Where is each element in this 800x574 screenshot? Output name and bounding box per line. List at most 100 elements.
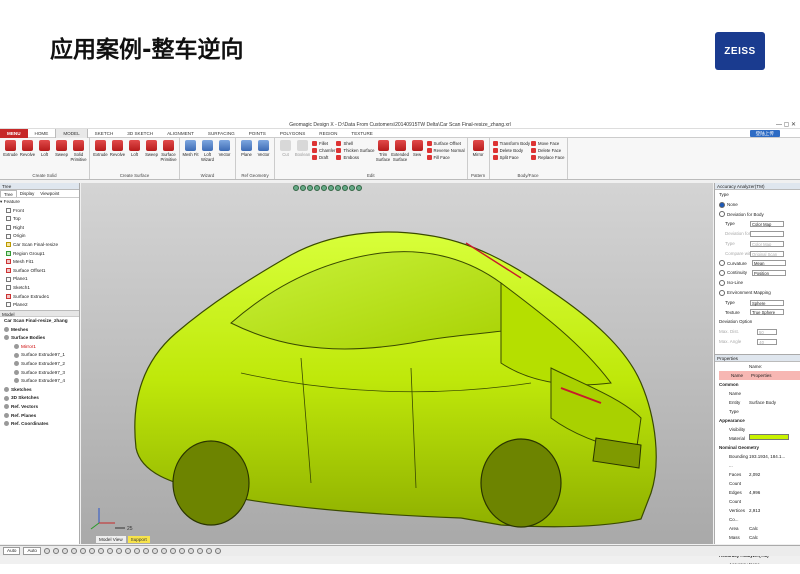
accuracy-row-select[interactable]: Color Map [750,240,784,247]
delete-body-button[interactable]: Delete Body [493,147,530,154]
tree-tab-tree[interactable]: Tree [0,190,17,197]
window-controls[interactable]: — ▢ ✕ [776,121,796,129]
tree-item-origin[interactable]: Origin [0,232,79,241]
tab-sketch[interactable]: SKETCH [88,129,121,138]
option-select[interactable]: Position [752,270,786,277]
property-row-vertices-co[interactable]: Vertices Co... 2,913 [719,506,800,524]
tab-menu[interactable]: MENU [0,128,28,138]
model-item-mirror1[interactable]: Mirror1 [0,343,79,352]
model-item-surface-extrude97-3[interactable]: Surface Extrude97_3 [0,369,79,378]
status-icon[interactable] [43,548,50,554]
collapse-icon[interactable]: ▾ [0,199,4,204]
option-curvature[interactable]: Curvature Mean [719,259,800,269]
tab-support[interactable]: Support [126,535,151,544]
revolve-button[interactable]: Revolve [19,140,36,173]
property-row-edges-count[interactable]: Edges Count 4,996 [719,488,800,506]
trim-surface-button[interactable]: Trim Surface [375,140,392,173]
option-deviation-body[interactable]: Deviation for Body [719,210,800,220]
tree-tab-display[interactable]: Display [17,190,37,197]
tab-3d-sketch[interactable]: 3D SKETCH [120,129,160,138]
status-icon[interactable] [151,548,158,554]
status-icon[interactable] [52,548,59,554]
property-row-accuracy[interactable]: Accuracy ...None [719,560,800,564]
cut-button[interactable]: Cut [277,140,294,173]
tree-tab-viewpoint[interactable]: Viewpoint [37,190,62,197]
option-continuity[interactable]: Continuity Position [719,268,800,278]
status-icon[interactable] [142,548,149,554]
status-icon[interactable] [160,548,167,554]
mesh-fit-button[interactable]: Mesh Fit [182,140,199,173]
tab-points[interactable]: POINTS [242,129,273,138]
status-icon[interactable] [88,548,95,554]
transform-body-button[interactable]: Transform Body [493,140,530,147]
tree-item-top[interactable]: Top [0,215,79,224]
sweep-button[interactable]: Sweep [53,140,70,173]
common-section[interactable]: Common [719,380,800,389]
tab-home[interactable]: HOME [28,129,56,138]
model-item-surface-extrude97-4[interactable]: Surface Extrude97_4 [0,377,79,386]
status-icon[interactable] [124,548,131,554]
tree-item-sketch1[interactable]: Sketch1 [0,284,79,293]
status-icon[interactable] [133,548,140,554]
property-row-bounding[interactable]: Bounding ... 193.1934, 184.1... [719,452,800,470]
fillet-button[interactable]: Fillet [312,140,335,147]
mode-select[interactable]: Auto [3,547,21,555]
revolve-button[interactable]: Revolve [109,140,126,173]
split-face-button[interactable]: Split Face [493,154,530,161]
tab-region[interactable]: REGION [312,129,344,138]
option-none[interactable]: None [719,200,800,210]
tab-model-view[interactable]: Model View [95,535,127,544]
solid-primitive-button[interactable]: Solid Primitive [70,140,87,173]
model-root[interactable]: Car Scan Final-resize_zhang [0,317,79,326]
vector-button[interactable]: Vector [255,140,272,173]
loft-button[interactable]: Loft [126,140,143,173]
model-item-meshes[interactable]: Meshes [0,326,79,335]
surface-primitive-button[interactable]: Surface Primitive [160,140,177,173]
status-icon[interactable] [97,548,104,554]
model-item-ref-planes[interactable]: Ref. Planes [0,412,79,421]
surface-offset-button[interactable]: Surface Offset [427,140,465,147]
status-icon[interactable] [79,548,86,554]
status-icon[interactable] [70,548,77,554]
tab-surfacing[interactable]: SURFACING [201,129,242,138]
tree-item-right[interactable]: Right [0,224,79,233]
reverse-normal-button[interactable]: Reverse Normal [427,147,465,154]
max-angle-input[interactable]: 40 [757,338,778,345]
accuracy-row-select[interactable] [750,231,784,237]
vector-button[interactable]: Vector [216,140,233,173]
shell-button[interactable]: Shell [336,140,374,147]
tab-polygons[interactable]: POLYGONS [273,129,312,138]
model-viewport[interactable]: 25 Model View Support [81,183,713,544]
tree-item-region-group1[interactable]: Region Group1 [0,250,79,259]
sew-button[interactable]: Sew [409,140,426,173]
env-row-select[interactable]: True Sphere [750,309,784,316]
property-row-area[interactable]: Area Calc [719,524,800,533]
feature-root[interactable]: ▾ Feature [0,198,79,207]
accuracy-row-select[interactable]: Color Map [750,221,784,228]
tree-item-mesh-fit1[interactable]: Mesh Fit1 [0,258,79,267]
tab-alignment[interactable]: ALIGNMENT [160,129,201,138]
tab-texture[interactable]: TEXTURE [344,129,379,138]
appearance-section[interactable]: Appearance [719,416,800,425]
extrude-button[interactable]: Extrude [92,140,109,173]
sweep-button[interactable]: Sweep [143,140,160,173]
option-environment-mapping[interactable]: Environment Mapping [719,288,800,298]
tree-item-car-scan-final-resize[interactable]: Car Scan Final-resize [0,241,79,250]
fill-face-button[interactable]: Fill Face [427,154,465,161]
property-row-entity-type[interactable]: Entity Type Surface Body [719,398,800,416]
material-color-swatch[interactable] [749,434,789,440]
property-row-name[interactable]: Name [719,389,800,398]
status-icon[interactable] [196,548,203,554]
accuracy-row-select[interactable]: Original Scan [750,250,784,257]
move-face-button[interactable]: Move Face [531,140,565,147]
property-row-faces-count[interactable]: Faces Count 2,092 [719,470,800,488]
thicken-surface-button[interactable]: Thicken Surface [336,147,374,154]
option-iso-line[interactable]: Iso-Line [719,278,800,288]
extended-surface-button[interactable]: Extended Surface [391,140,409,173]
status-icon[interactable] [187,548,194,554]
status-icon[interactable] [61,548,68,554]
tree-item-plane2[interactable]: Plane2 [0,301,79,310]
boolean-button[interactable]: Boolean [294,140,311,173]
tab-model[interactable]: MODEL [55,128,88,138]
delete-face-button[interactable]: Delete Face [531,147,565,154]
